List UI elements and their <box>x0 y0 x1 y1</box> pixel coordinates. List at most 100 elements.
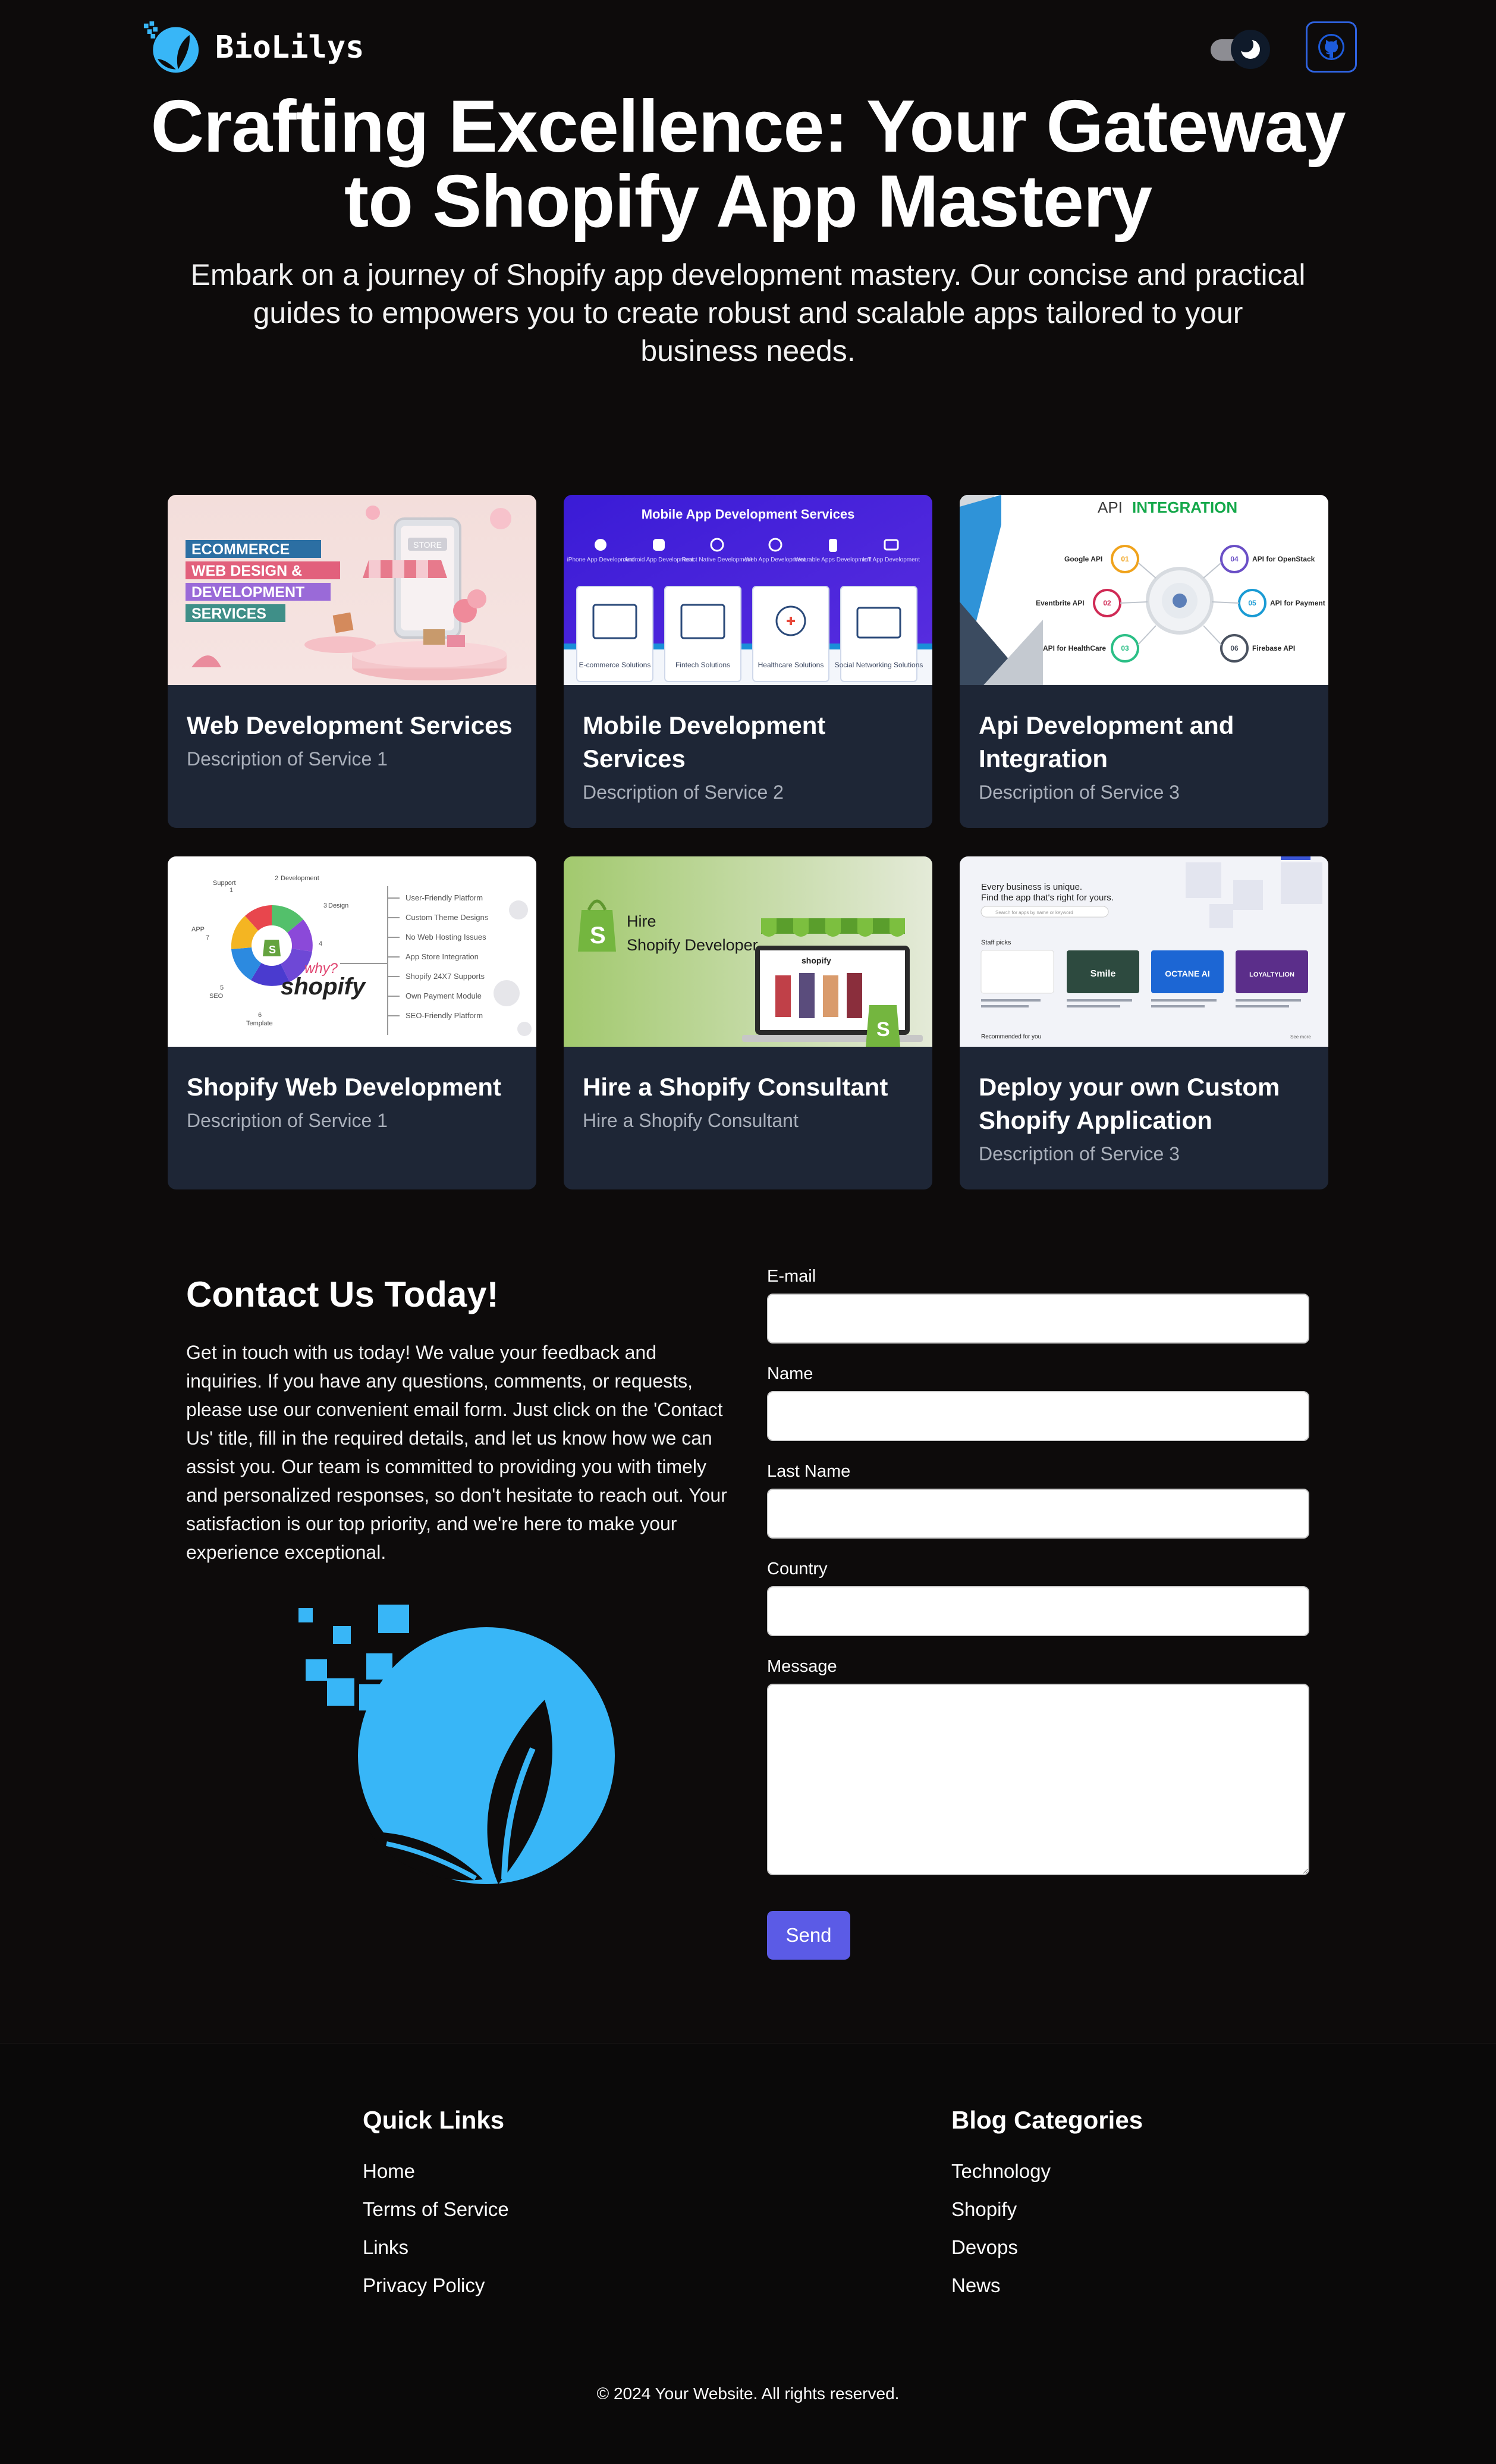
biolilys-large-logo-icon <box>298 1605 615 1884</box>
recommended-label: Recommended for you <box>981 1034 1041 1040</box>
image-heading-api: API <box>1098 498 1123 516</box>
service-image: Every business is unique. Find the app t… <box>960 856 1328 1047</box>
app-search-placeholder: Search for apps by name or keyword <box>995 910 1073 915</box>
wheel-label: Design <box>328 902 348 909</box>
image-text-services: SERVICES <box>191 605 266 622</box>
api-node-label: Firebase API <box>1252 644 1295 652</box>
copyright: © 2024 Your Website. All rights reserved… <box>596 2384 900 2403</box>
image-text-web-design: WEB DESIGN & <box>191 563 302 579</box>
svg-text:03: 03 <box>1121 644 1129 652</box>
blog-categories-heading: Blog Categories <box>951 2106 1143 2134</box>
feature-item: Own Payment Module <box>406 991 482 1000</box>
contact-title[interactable]: Contact Us Today! <box>186 1274 499 1315</box>
send-button[interactable]: Send <box>767 1911 850 1960</box>
service-description: Hire a Shopify Consultant <box>583 1110 799 1131</box>
solution-label: Healthcare Solutions <box>758 661 824 669</box>
message-field[interactable] <box>767 1684 1309 1875</box>
service-description: Description of Service 2 <box>583 781 784 803</box>
footer-link-news[interactable]: News <box>951 2274 1143 2297</box>
github-button[interactable] <box>1306 21 1357 73</box>
staff-picks-label: Staff picks <box>981 939 1011 946</box>
platform-label: Wearable Apps Development <box>794 557 872 563</box>
brand[interactable]: BioLilys <box>143 18 364 77</box>
svg-text:05: 05 <box>1248 599 1256 607</box>
api-node-label: Google API <box>1064 555 1102 563</box>
svg-text:04: 04 <box>1230 555 1239 563</box>
image-heading: Mobile App Development Services <box>642 507 855 522</box>
feature-item: Custom Theme Designs <box>406 913 489 922</box>
message-label: Message <box>767 1657 837 1676</box>
service-card-custom-app[interactable]: Every business is unique. Find the app t… <box>960 856 1328 1189</box>
email-field[interactable] <box>767 1294 1309 1344</box>
footer-link-terms[interactable]: Terms of Service <box>363 2198 509 2221</box>
platform-label: IoT App Development <box>863 557 920 563</box>
service-card-web-development[interactable]: ECOMMERCE WEB DESIGN & DEVELOPMENT SERVI… <box>168 495 536 828</box>
see-more-link: See more <box>1290 1034 1311 1040</box>
svg-text:S: S <box>876 1018 890 1041</box>
service-description: Description of Service 1 <box>187 1110 388 1131</box>
svg-text:06: 06 <box>1230 644 1239 652</box>
toggle-knob <box>1231 30 1270 69</box>
solution-label: Fintech Solutions <box>675 661 730 669</box>
site-footer: Quick Links Home Terms of Service Links … <box>0 2043 1496 2464</box>
app-store-line-1: Every business is unique. <box>981 882 1082 892</box>
service-image: S Hire Shopify Developer shopify S <box>564 856 932 1047</box>
hero-title: Crafting Excellence: Your Gateway to Sho… <box>150 86 1346 243</box>
service-title: Api Development and Integration <box>979 711 1234 773</box>
name-field[interactable] <box>767 1391 1309 1441</box>
service-title: Hire a Shopify Consultant <box>583 1073 888 1101</box>
feature-item: User-Friendly Platform <box>406 893 483 902</box>
svg-text:S: S <box>269 944 276 956</box>
email-label: E-mail <box>767 1267 816 1286</box>
shopify-text: shopify <box>281 974 366 1000</box>
service-title: Mobile Development Services <box>583 711 826 773</box>
svg-text:S: S <box>590 922 606 949</box>
brand-name: BioLilys <box>215 30 364 65</box>
wheel-label: Development <box>281 875 319 882</box>
feature-item: No Web Hosting Issues <box>406 933 486 941</box>
service-title: Deploy your own Custom Shopify Applicati… <box>979 1073 1280 1134</box>
country-label: Country <box>767 1559 828 1578</box>
service-card-mobile-development[interactable]: Mobile App Development Services iPhone A… <box>564 495 932 828</box>
service-card-hire-consultant[interactable]: S Hire Shopify Developer shopify S Hire … <box>564 856 932 1189</box>
image-text-hire: Hire <box>627 912 656 930</box>
image-text-development: DEVELOPMENT <box>191 584 304 601</box>
solution-label: E-commerce Solutions <box>579 661 651 669</box>
theme-toggle[interactable] <box>1211 30 1272 69</box>
last-name-label: Last Name <box>767 1462 851 1481</box>
biolilys-logo-icon <box>143 21 199 73</box>
service-image: S Support Development Design APP SEO Tem… <box>168 856 536 1047</box>
wheel-label: SEO <box>209 993 224 1000</box>
footer-link-devops[interactable]: Devops <box>951 2236 1143 2259</box>
svg-text:02: 02 <box>1103 599 1111 607</box>
contact-description: Get in touch with us today! We value you… <box>186 1342 727 1563</box>
footer-link-technology[interactable]: Technology <box>951 2159 1143 2183</box>
footer-link-shopify[interactable]: Shopify <box>951 2198 1143 2221</box>
last-name-field[interactable] <box>767 1489 1309 1539</box>
wheel-label: Template <box>246 1020 273 1027</box>
service-description: Description of Service 3 <box>979 1143 1180 1164</box>
country-field[interactable] <box>767 1586 1309 1636</box>
svg-text:OCTANE AI: OCTANE AI <box>1165 969 1209 978</box>
site-header: BioLilys <box>0 0 1496 95</box>
quick-links-column: Quick Links Home Terms of Service Links … <box>363 2106 509 2312</box>
wheel-number: 3 <box>323 902 327 909</box>
screen-brand: shopify <box>802 956 831 965</box>
quick-links-heading: Quick Links <box>363 2106 505 2134</box>
service-title: Shopify Web Development <box>187 1073 501 1101</box>
service-card-shopify-web-development[interactable]: S Support Development Design APP SEO Tem… <box>168 856 536 1189</box>
service-card-api-integration[interactable]: API INTEGRATION 01 02 03 04 05 06 Google… <box>960 495 1328 828</box>
feature-item: SEO-Friendly Platform <box>406 1011 483 1020</box>
service-image: Mobile App Development Services iPhone A… <box>564 495 932 685</box>
app-store-line-2: Find the app that's right for yours. <box>981 893 1114 903</box>
service-title: Web Development Services <box>187 711 513 739</box>
footer-link-privacy[interactable]: Privacy Policy <box>363 2274 509 2297</box>
wheel-number: 7 <box>206 934 209 941</box>
footer-link-links[interactable]: Links <box>363 2236 509 2259</box>
footer-link-home[interactable]: Home <box>363 2159 509 2183</box>
image-heading-integration: INTEGRATION <box>1132 498 1237 516</box>
svg-text:Smile: Smile <box>1090 969 1116 979</box>
platform-label: React Native Development <box>682 557 753 563</box>
api-node-label: Eventbrite API <box>1036 599 1085 607</box>
feature-item: Shopify 24X7 Supports <box>406 972 485 981</box>
